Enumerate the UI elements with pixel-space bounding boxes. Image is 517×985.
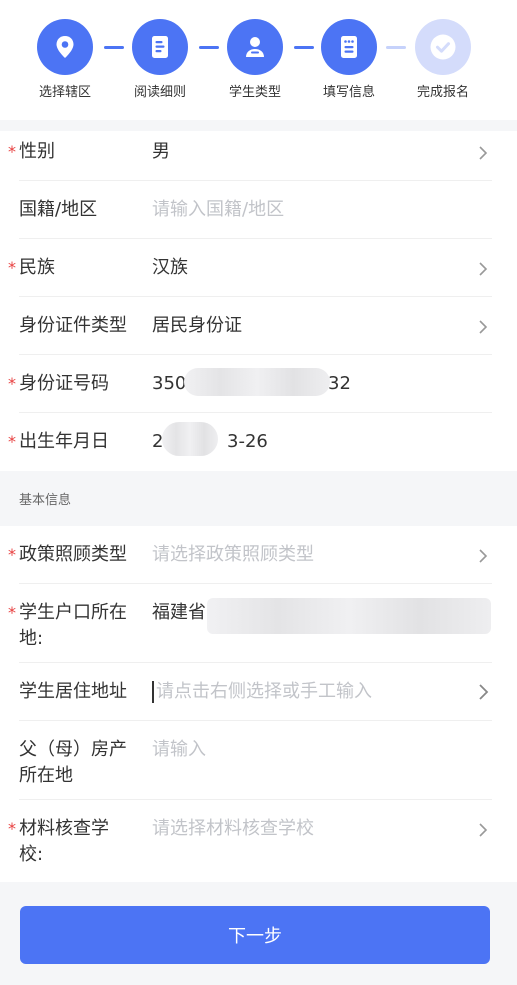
step-progress: 选择辖区 阅读细则 学生类型 填写信息 完成报名: [0, 0, 517, 120]
birth-date-end: 3-26: [227, 431, 268, 452]
id-number-start: 350: [152, 373, 187, 394]
step-complete: 完成报名: [403, 19, 483, 100]
chevron-right-icon: [479, 262, 488, 276]
birth-date-field[interactable]: * 出生年月日 2 3-26: [0, 413, 517, 471]
id-type-field[interactable]: 身份证件类型 居民身份证: [0, 297, 517, 355]
step-label: 阅读细则: [133, 85, 186, 100]
gender-label: 性别: [19, 141, 55, 162]
residence-input[interactable]: 请点击右侧选择或手工输入: [156, 679, 372, 705]
location-pin-icon: [37, 19, 93, 75]
policy-type-select[interactable]: 请选择政策照顾类型: [152, 542, 314, 568]
required-mark: *: [8, 819, 16, 838]
document-icon: [132, 19, 188, 75]
id-number-label: 身份证号码: [19, 373, 109, 394]
required-mark: *: [8, 374, 16, 393]
personal-info-form: * 性别 男 国籍/地区 请输入国籍/地区 * 民族 汉族 身份证件类型 居民身…: [0, 131, 517, 471]
id-number-end: 32: [328, 373, 351, 394]
household-value[interactable]: 福建省: [152, 600, 206, 626]
step-read-rules: 阅读细则: [120, 19, 200, 100]
property-label-line2: 所在地: [19, 765, 73, 786]
required-mark: *: [8, 258, 16, 277]
chevron-right-icon: [479, 320, 488, 334]
check-icon: [415, 19, 471, 75]
section-title: 基本信息: [19, 493, 72, 508]
review-school-select[interactable]: 请选择材料核查学校: [152, 816, 314, 842]
gender-value: 男: [152, 141, 170, 162]
step-label: 填写信息: [322, 85, 375, 100]
chevron-right-icon: [479, 146, 488, 160]
household-label-line2: 地:: [19, 628, 44, 649]
household-field[interactable]: * 学生户口所在 地: 福建省: [0, 584, 517, 663]
ethnicity-value: 汉族: [152, 257, 188, 278]
step-fill-info: 填写信息: [309, 19, 389, 100]
step-label: 选择辖区: [38, 85, 91, 100]
chevron-right-icon: [479, 823, 488, 837]
step-select-district: 选择辖区: [25, 19, 105, 100]
chevron-right-icon: [479, 549, 488, 563]
residence-field[interactable]: 学生居住地址 请点击右侧选择或手工输入: [0, 663, 517, 721]
id-type-value: 居民身份证: [152, 315, 242, 336]
residence-label: 学生居住地址: [19, 681, 127, 702]
required-mark: *: [8, 432, 16, 451]
id-type-label: 身份证件类型: [19, 315, 127, 336]
next-step-button[interactable]: 下一步: [20, 906, 490, 964]
birth-date-label: 出生年月日: [19, 431, 109, 452]
text-cursor: [152, 681, 154, 703]
nationality-field[interactable]: 国籍/地区 请输入国籍/地区: [0, 181, 517, 239]
section-header-basic-info: 基本信息: [0, 471, 517, 526]
review-school-label-line2: 校:: [19, 844, 44, 865]
redaction-blur: [162, 422, 218, 456]
ethnicity-label: 民族: [19, 257, 55, 278]
form-icon: [321, 19, 377, 75]
redaction-blur: [207, 598, 491, 634]
basic-info-form: * 政策照顾类型 请选择政策照顾类型 * 学生户口所在 地: 福建省 学生居住地…: [0, 526, 517, 882]
gender-field[interactable]: * 性别 男: [0, 131, 517, 181]
required-mark: *: [8, 603, 16, 622]
household-label-line1: 学生户口所在: [19, 602, 127, 623]
id-number-field[interactable]: * 身份证号码 350 32: [0, 355, 517, 413]
required-mark: *: [8, 545, 16, 564]
step-label: 学生类型: [228, 85, 281, 100]
required-mark: *: [8, 142, 16, 161]
property-field[interactable]: 父（母）房产 所在地 请输入: [0, 721, 517, 800]
ethnicity-field[interactable]: * 民族 汉族: [0, 239, 517, 297]
property-label-line1: 父（母）房产: [19, 739, 127, 760]
review-school-field[interactable]: * 材料核查学 校: 请选择材料核查学校: [0, 800, 517, 880]
redaction-blur: [184, 368, 330, 396]
nationality-label: 国籍/地区: [19, 199, 98, 220]
policy-type-field[interactable]: * 政策照顾类型 请选择政策照顾类型: [0, 526, 517, 584]
review-school-label-line1: 材料核查学: [19, 818, 109, 839]
step-student-type: 学生类型: [215, 19, 295, 100]
student-icon: [227, 19, 283, 75]
policy-type-label: 政策照顾类型: [19, 544, 127, 565]
chevron-right-icon[interactable]: [477, 682, 491, 702]
step-label: 完成报名: [416, 85, 469, 100]
property-input[interactable]: 请输入: [152, 737, 206, 763]
nationality-input[interactable]: 请输入国籍/地区: [152, 197, 284, 223]
